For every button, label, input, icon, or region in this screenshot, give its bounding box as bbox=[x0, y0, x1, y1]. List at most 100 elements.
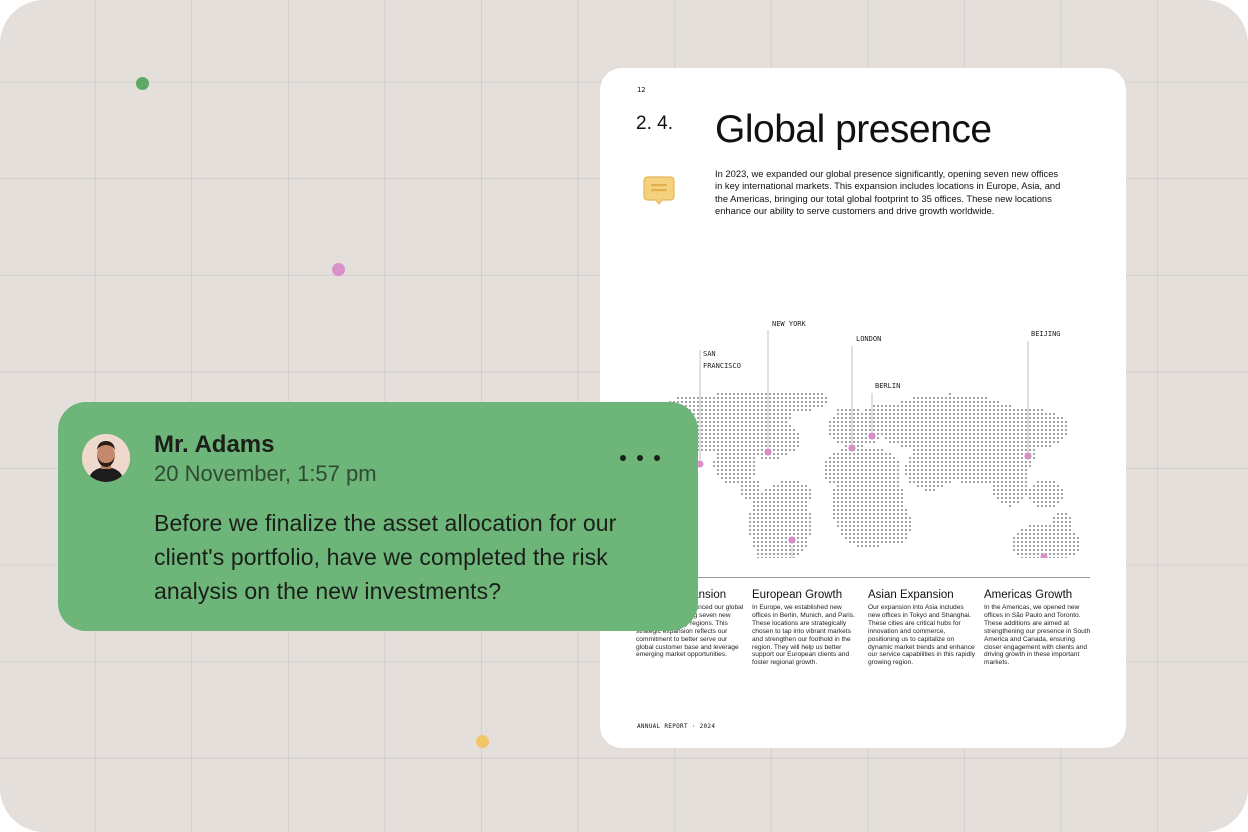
map-dot bbox=[756, 416, 760, 420]
map-dot bbox=[924, 396, 928, 400]
map-dot bbox=[1016, 544, 1020, 548]
map-dot bbox=[768, 404, 772, 408]
map-dot bbox=[988, 408, 992, 412]
map-dot bbox=[884, 408, 888, 412]
map-dot bbox=[728, 404, 732, 408]
map-dot bbox=[896, 468, 900, 472]
map-dot bbox=[744, 396, 748, 400]
map-dot bbox=[852, 540, 856, 544]
map-dot bbox=[852, 464, 856, 468]
map-dot bbox=[1056, 536, 1060, 540]
map-dot bbox=[984, 448, 988, 452]
map-dot bbox=[744, 452, 748, 456]
map-dot bbox=[720, 416, 724, 420]
map-dot bbox=[952, 408, 956, 412]
map-dot bbox=[1052, 420, 1056, 424]
map-dot bbox=[840, 420, 844, 424]
map-dot bbox=[872, 452, 876, 456]
map-dot bbox=[744, 468, 748, 472]
map-dot bbox=[756, 444, 760, 448]
comment-bubble[interactable]: Mr. Adams 20 November, 1:57 pm Before we… bbox=[58, 402, 698, 631]
map-dot bbox=[1020, 444, 1024, 448]
map-dot bbox=[912, 472, 916, 476]
map-dot bbox=[700, 416, 704, 420]
city-marker[interactable] bbox=[1024, 452, 1032, 460]
map-dot bbox=[1048, 500, 1052, 504]
more-options-icon[interactable] bbox=[620, 448, 660, 468]
map-dot bbox=[860, 452, 864, 456]
map-dot bbox=[892, 536, 896, 540]
map-dot bbox=[880, 408, 884, 412]
map-dot bbox=[844, 508, 848, 512]
avatar[interactable] bbox=[82, 434, 130, 482]
map-dot bbox=[1040, 496, 1044, 500]
map-dot bbox=[876, 504, 880, 508]
map-dot bbox=[760, 424, 764, 428]
map-dot bbox=[732, 420, 736, 424]
map-dot bbox=[792, 556, 796, 558]
map-dot bbox=[752, 500, 756, 504]
menu-dot bbox=[620, 455, 626, 461]
map-dot bbox=[840, 468, 844, 472]
map-dot bbox=[776, 392, 780, 396]
map-dot bbox=[1016, 548, 1020, 552]
city-marker[interactable] bbox=[868, 432, 876, 440]
map-dot bbox=[768, 508, 772, 512]
map-dot bbox=[936, 448, 940, 452]
map-dot bbox=[948, 460, 952, 464]
map-dot bbox=[952, 452, 956, 456]
map-dot bbox=[776, 520, 780, 524]
map-dot bbox=[1040, 424, 1044, 428]
map-dot bbox=[912, 480, 916, 484]
map-dot bbox=[888, 440, 892, 444]
map-dot bbox=[736, 432, 740, 436]
map-dot bbox=[784, 452, 788, 456]
city-marker[interactable] bbox=[788, 536, 796, 544]
map-dot bbox=[1020, 532, 1024, 536]
map-dot bbox=[1064, 544, 1068, 548]
city-marker[interactable] bbox=[764, 448, 772, 456]
map-dot bbox=[864, 460, 868, 464]
map-dot bbox=[1056, 532, 1060, 536]
map-dot bbox=[980, 424, 984, 428]
map-dot bbox=[720, 400, 724, 404]
map-dot bbox=[940, 404, 944, 408]
map-dot bbox=[1004, 500, 1008, 504]
map-dot bbox=[1024, 444, 1028, 448]
city-marker[interactable] bbox=[848, 444, 856, 452]
map-dot bbox=[872, 536, 876, 540]
map-dot bbox=[752, 468, 756, 472]
map-dot bbox=[1032, 540, 1036, 544]
map-dot bbox=[1052, 492, 1056, 496]
map-dot bbox=[808, 492, 812, 496]
map-dot bbox=[880, 432, 884, 436]
map-dot bbox=[888, 536, 892, 540]
map-dot bbox=[876, 468, 880, 472]
map-dot bbox=[952, 416, 956, 420]
map-dot bbox=[952, 396, 956, 400]
map-dot bbox=[1016, 480, 1020, 484]
map-dot bbox=[996, 464, 1000, 468]
map-dot bbox=[924, 472, 928, 476]
map-dot bbox=[704, 428, 708, 432]
map-dot bbox=[924, 476, 928, 480]
map-dot bbox=[868, 420, 872, 424]
map-dot bbox=[972, 452, 976, 456]
map-dot bbox=[944, 448, 948, 452]
map-dot bbox=[1048, 436, 1052, 440]
map-dot bbox=[1028, 420, 1032, 424]
map-dot bbox=[844, 408, 848, 412]
map-dot bbox=[804, 504, 808, 508]
map-dot bbox=[1020, 424, 1024, 428]
comment-icon[interactable] bbox=[643, 176, 675, 206]
map-dot bbox=[1052, 440, 1056, 444]
map-dot bbox=[932, 396, 936, 400]
map-dot bbox=[856, 420, 860, 424]
map-dot bbox=[960, 444, 964, 448]
map-dot bbox=[912, 400, 916, 404]
map-dot bbox=[1008, 464, 1012, 468]
map-dot bbox=[760, 444, 764, 448]
map-dot bbox=[772, 392, 776, 396]
map-dot bbox=[876, 492, 880, 496]
map-dot bbox=[780, 424, 784, 428]
